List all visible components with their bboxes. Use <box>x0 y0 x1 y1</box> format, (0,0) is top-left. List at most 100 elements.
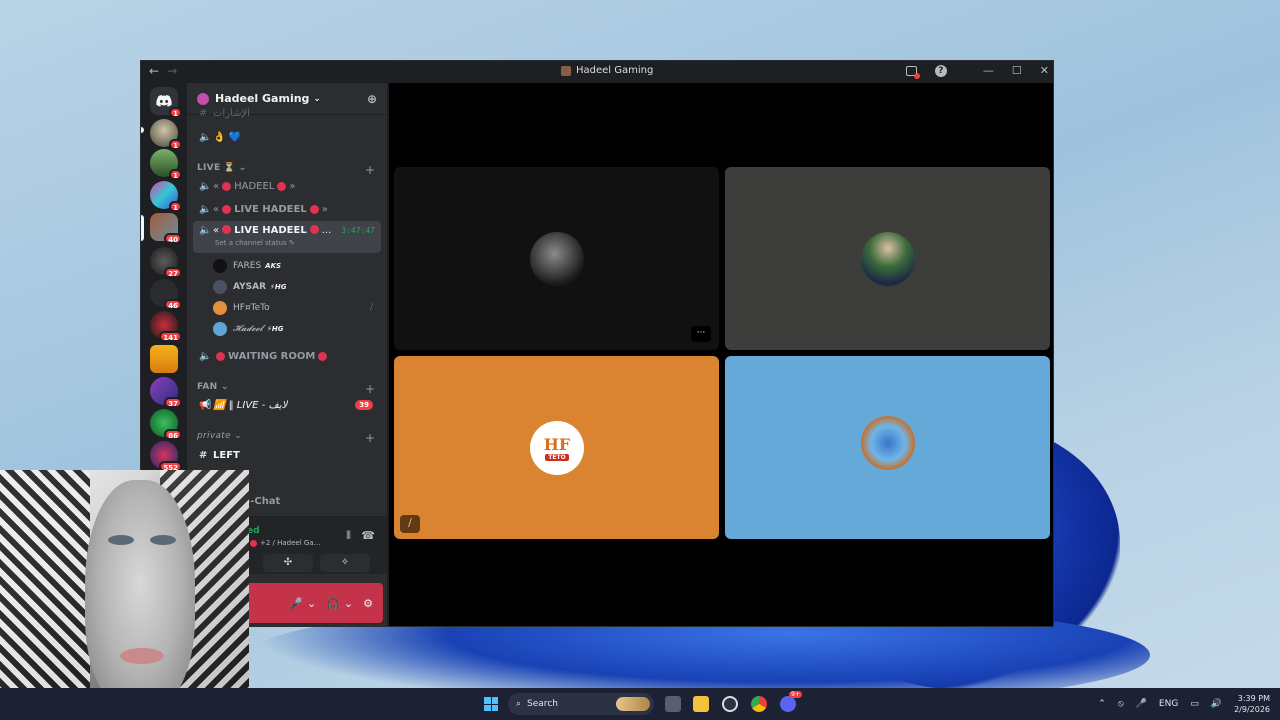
server-icon[interactable] <box>150 345 178 373</box>
channel-prefix: « <box>213 203 220 215</box>
add-channel-icon[interactable]: + <box>365 431 375 445</box>
channel-status[interactable]: Set a channel status ✎ <box>215 239 295 247</box>
taskbar-search[interactable]: ⌕ Search <box>508 693 654 715</box>
headset-icon[interactable]: 🎧 <box>326 597 340 610</box>
noise-suppression-icon[interactable]: ⦀ <box>346 529 351 543</box>
server-icon[interactable]: 1 <box>150 181 182 212</box>
channel-name: HADEEL <box>234 180 275 192</box>
notification-badge: 1 <box>169 107 182 118</box>
server-icon[interactable]: 1 <box>150 119 182 150</box>
notification-badge: 27 <box>164 267 182 278</box>
mic-icon[interactable]: 🎤 <box>1136 699 1147 709</box>
red-dot-icon <box>222 225 232 234</box>
voice-member[interactable]: AYSAR ⚡HG <box>213 278 287 296</box>
text-channel-left[interactable]: # LEFT <box>193 445 381 465</box>
text-channel-chat[interactable]: S-Chat <box>237 491 387 511</box>
speaker-icon: 🔈 <box>199 225 212 236</box>
activities-button[interactable]: ✣ <box>263 554 313 572</box>
participant-tile[interactable] <box>725 356 1050 539</box>
speaker-icon: 🔈 <box>199 131 212 143</box>
stage-channel-fan[interactable]: 📢 📶 ‖ LIVE - لايف 39 <box>193 395 381 415</box>
help-icon[interactable]: ? <box>934 64 947 77</box>
notification-badge: 141 <box>159 331 182 342</box>
chevron-up-icon[interactable]: ⌃ <box>1098 699 1106 709</box>
stage-icon: 📢 <box>199 399 212 411</box>
notification-badge: 37 <box>164 397 182 408</box>
voice-channel-waiting[interactable]: 🔈 WAITING ROOM <box>193 346 381 366</box>
task-view-icon[interactable] <box>665 696 681 712</box>
minimize-button[interactable]: — <box>983 64 994 77</box>
inbox-icon[interactable] <box>905 65 920 79</box>
soundboard-button[interactable]: ✧ <box>320 554 370 572</box>
notification-badge: 1 <box>169 201 182 212</box>
forward-arrow-icon[interactable]: → <box>167 64 177 78</box>
mic-icon[interactable]: 🎤 <box>289 597 303 610</box>
participant-tile[interactable]: HF TETO ⧸ <box>394 356 719 539</box>
home-button[interactable]: 1 <box>150 87 182 118</box>
discord-taskbar-icon[interactable]: 9+ <box>780 691 802 712</box>
participant-avatar: HF TETO <box>530 421 584 475</box>
notification-badge: 46 <box>164 299 182 310</box>
gear-icon[interactable]: ⚙ <box>363 597 373 610</box>
server-icon[interactable]: 37 <box>150 377 182 408</box>
category-label: private <box>197 431 231 441</box>
chevron-down-icon[interactable]: ⌄ <box>344 597 353 610</box>
server-icon[interactable]: 1 <box>150 149 182 180</box>
category-private[interactable]: private ⌄ + <box>197 431 375 445</box>
search-label: Search <box>527 699 558 709</box>
windows-start-icon[interactable] <box>484 697 498 711</box>
red-dot-icon <box>318 351 328 361</box>
chrome-icon[interactable] <box>751 696 767 712</box>
lips-shape <box>120 648 164 664</box>
member-tag: ⚡HG <box>266 325 284 333</box>
person-add-icon[interactable]: ⊕ <box>367 92 377 106</box>
red-dot-icon <box>216 351 225 361</box>
voice-channel[interactable]: 🔈 👌 💙 <box>193 127 381 147</box>
disconnect-icon[interactable]: ☎ <box>361 529 375 542</box>
category-fan[interactable]: FAN ⌄ + <box>197 382 375 396</box>
language-indicator[interactable]: ENG <box>1159 699 1178 709</box>
server-icon[interactable]: 86 <box>150 409 182 440</box>
channel-text[interactable]: # الإشارات <box>193 107 381 119</box>
participant-tile[interactable] <box>725 167 1050 350</box>
red-dot-icon <box>250 539 257 547</box>
channel-suffix: » <box>321 203 328 215</box>
network-icon[interactable]: ⦸ <box>1118 699 1124 709</box>
back-arrow-icon[interactable]: ← <box>149 64 159 78</box>
add-channel-icon[interactable]: + <box>365 163 375 177</box>
file-explorer-icon[interactable] <box>693 696 709 712</box>
chevron-down-icon[interactable]: ⌄ <box>307 597 316 610</box>
voice-channel-hadeel[interactable]: 🔈 « HADEEL » <box>193 176 381 196</box>
close-button[interactable]: ✕ <box>1040 64 1049 77</box>
github-icon[interactable] <box>722 696 738 712</box>
voice-channel-path[interactable]: +2 / Hadeel Ga... <box>247 539 320 547</box>
add-channel-icon[interactable]: + <box>365 382 375 396</box>
clock[interactable]: 3:39 PM 2/9/2026 <box>1234 693 1270 715</box>
muted-icon: ⧸ <box>400 515 420 533</box>
search-highlight-image <box>616 697 650 711</box>
voice-channel-active[interactable]: 🔈 « LIVE HADEEL... 3:47:47 Set a channel s… <box>193 221 381 253</box>
channel-name: الإشارات <box>213 107 250 119</box>
server-icon[interactable]: 141 <box>150 311 182 342</box>
server-icon-hadeel[interactable]: 40 <box>150 213 182 244</box>
channel-suffix: » <box>289 180 296 192</box>
voice-member[interactable]: HF¤TeTo ⧸ <box>213 299 373 317</box>
server-icon[interactable]: 46 <box>150 279 182 310</box>
server-icon[interactable]: 552 <box>150 441 182 472</box>
participant-tile[interactable]: ··· <box>394 167 719 350</box>
participant-avatar <box>530 232 584 286</box>
maximize-button[interactable]: ☐ <box>1012 64 1022 77</box>
system-tray: ⌃ ⦸ 🎤 ENG ▭ 🔊 3:39 PM 2/9/2026 <box>1098 688 1270 720</box>
category-live[interactable]: LIVE ⏳ ⌄ + <box>197 163 375 177</box>
call-timer: 3:47:47 <box>341 226 375 235</box>
category-label: LIVE ⏳ <box>197 163 236 173</box>
server-icon[interactable]: 27 <box>150 247 182 278</box>
voice-member[interactable]: FARES AKS <box>213 257 281 275</box>
voice-member[interactable]: 𝓗𝓪𝓭𝓮𝓮𝓵 ⚡HG <box>213 320 284 338</box>
avatar <box>213 259 227 273</box>
display-icon[interactable]: ▭ <box>1190 699 1199 709</box>
volume-icon[interactable]: 🔊 <box>1211 699 1222 709</box>
voice-channel-live-hadeel[interactable]: 🔈 « LIVE HADEEL » <box>193 199 381 219</box>
more-options-icon[interactable]: ··· <box>691 326 711 342</box>
red-dot-icon <box>222 204 232 214</box>
